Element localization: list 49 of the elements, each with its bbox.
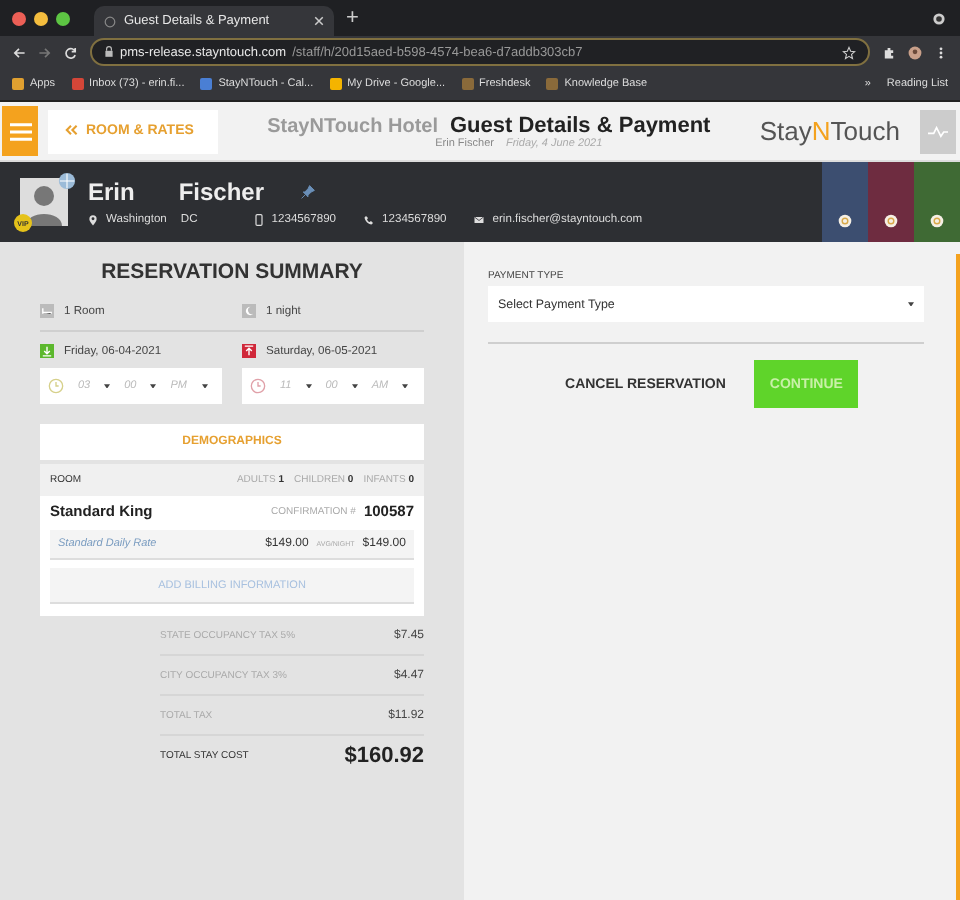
badge-icon xyxy=(884,214,898,228)
avatar xyxy=(20,178,68,226)
cost-amount: $160.92 xyxy=(344,744,424,768)
logo: StayNTouch xyxy=(759,116,900,146)
profile-avatar[interactable] xyxy=(908,45,922,59)
moon-icon xyxy=(242,304,256,318)
new-tab-button[interactable]: + xyxy=(346,6,359,30)
close-window-button[interactable] xyxy=(12,11,26,25)
envelope-icon xyxy=(474,214,485,226)
caret-icon xyxy=(351,383,358,389)
caret-icon xyxy=(150,383,157,389)
departure-icon xyxy=(242,344,256,358)
back-icon[interactable] xyxy=(12,45,26,59)
caret-icon xyxy=(305,383,312,389)
star-icon[interactable] xyxy=(842,45,856,59)
menu-icon xyxy=(9,121,31,141)
close-icon[interactable] xyxy=(314,16,324,26)
section-title: RESERVATION SUMMARY xyxy=(99,258,365,288)
minimize-window-button[interactable] xyxy=(34,11,48,25)
clock-icon xyxy=(250,378,266,394)
record-icon xyxy=(932,11,946,25)
page-title: Guest Details & Payment xyxy=(450,113,711,137)
forward-icon[interactable] xyxy=(38,45,52,59)
hotel-name: StayNTouch Hotel xyxy=(267,115,438,137)
last-name: Fischer xyxy=(178,178,265,206)
bed-icon xyxy=(40,304,54,318)
pin-icon[interactable] xyxy=(300,184,317,200)
clock-icon xyxy=(48,378,64,394)
double-chevron-icon xyxy=(64,124,78,137)
arrival-icon xyxy=(40,344,54,358)
caret-icon xyxy=(104,383,111,389)
first-name: Erin xyxy=(88,178,135,206)
caret-icon xyxy=(201,383,207,389)
maximize-window-button[interactable] xyxy=(56,11,70,25)
more-icon[interactable] xyxy=(934,45,948,59)
card-tile[interactable] xyxy=(914,162,960,242)
phone-icon xyxy=(364,214,375,226)
lock-icon xyxy=(104,46,114,58)
card-tile[interactable] xyxy=(822,162,868,242)
pulse-icon xyxy=(928,125,948,137)
puzzle-icon[interactable] xyxy=(882,45,896,59)
card-tile[interactable] xyxy=(868,162,914,242)
badge-icon xyxy=(930,214,944,228)
reload-icon[interactable] xyxy=(64,45,78,59)
badge-icon xyxy=(838,214,852,228)
location-icon xyxy=(88,214,98,226)
mobile-icon xyxy=(253,214,264,226)
caret-icon xyxy=(402,383,409,389)
caret-icon xyxy=(908,301,914,307)
